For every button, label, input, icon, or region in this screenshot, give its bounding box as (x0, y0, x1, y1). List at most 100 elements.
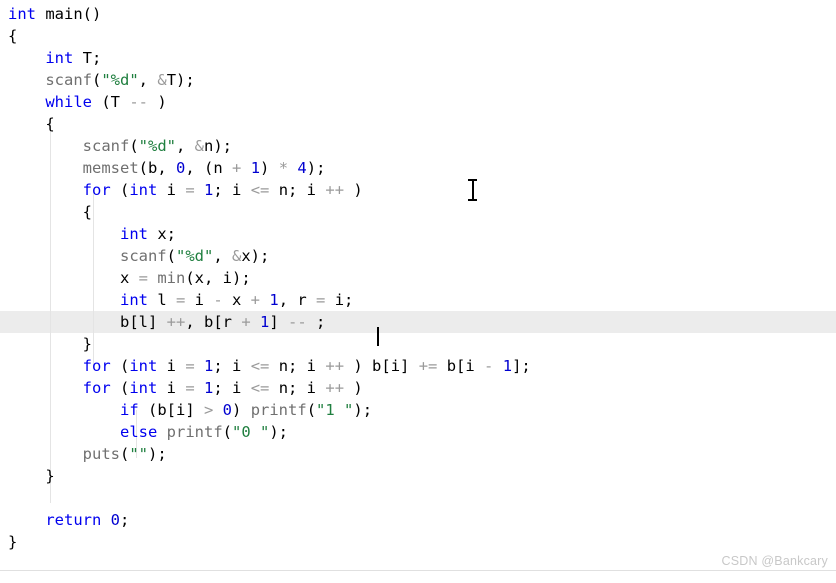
code-surface[interactable]: int main(){ int T; scanf("%d", &T); whil… (0, 0, 836, 583)
token-op: <= (250, 379, 270, 397)
token-plain: i (157, 379, 186, 397)
token-plain: x; (147, 225, 176, 243)
token-plain: (b, (138, 159, 176, 177)
token-number: 1 (250, 159, 261, 177)
token-keyword: return (45, 511, 102, 529)
token-string: "%d" (138, 137, 176, 155)
code-line-list[interactable]: int main(){ int T; scanf("%d", &T); whil… (0, 3, 836, 553)
token-plain: , (138, 71, 158, 89)
token-plain: ); (148, 445, 167, 463)
token-op: = (138, 269, 148, 287)
token-plain: i (185, 291, 214, 309)
token-plain: , b[r (185, 313, 242, 331)
code-line[interactable]: puts(""); (0, 443, 836, 465)
code-line[interactable] (0, 487, 836, 509)
code-line[interactable]: else printf("0 "); (0, 421, 836, 443)
token-op: - (213, 291, 223, 309)
code-line[interactable]: while (T -- ) (0, 91, 836, 113)
code-line[interactable]: int main() (0, 3, 836, 25)
token-func: scanf (45, 71, 92, 89)
code-line[interactable]: } (0, 333, 836, 355)
token-punct: } (82, 335, 92, 353)
token-number: 1 (269, 291, 279, 309)
token-op: ++ (166, 313, 186, 331)
code-line[interactable]: } (0, 465, 836, 487)
code-line[interactable]: x = min(x, i); (0, 267, 836, 289)
token-plain: x); (241, 247, 270, 265)
token-number: 1 (502, 357, 513, 375)
code-line[interactable]: scanf("%d", &n); (0, 135, 836, 157)
token-plain: ) (148, 93, 167, 111)
token-op: ++ (325, 181, 345, 199)
token-number: 1 (204, 357, 214, 375)
code-line[interactable]: for (int i = 1; i <= n; i ++ ) b[i] += b… (0, 355, 836, 377)
token-plain: , r (278, 291, 317, 309)
token-punct: ( (306, 401, 317, 419)
code-line[interactable]: } (0, 531, 836, 553)
token-number: 1 (260, 313, 270, 331)
code-line[interactable]: { (0, 25, 836, 47)
token-keyword: for (82, 379, 111, 397)
code-line[interactable]: int T; (0, 47, 836, 69)
token-func: min (157, 269, 186, 287)
code-line[interactable]: scanf("%d", &x); (0, 245, 836, 267)
token-plain: i (157, 357, 186, 375)
token-plain: ; (120, 511, 130, 529)
token-plain: (b[i] (138, 401, 204, 419)
token-op: ++ (325, 357, 345, 375)
token-plain: ) (232, 401, 251, 419)
code-line[interactable]: int l = i - x + 1, r = i; (0, 289, 836, 311)
token-plain: ) (260, 159, 279, 177)
token-plain: b[l] (119, 313, 167, 331)
token-number: 4 (297, 159, 307, 177)
code-line[interactable]: return 0; (0, 509, 836, 531)
code-editor[interactable]: int main(){ int T; scanf("%d", &T); whil… (0, 0, 836, 583)
token-punct: ( (92, 71, 102, 89)
token-op: & (232, 247, 242, 265)
code-line[interactable]: b[l] ++, b[r + 1] -- ; (0, 311, 836, 333)
token-keyword: int (119, 225, 148, 243)
code-line[interactable]: scanf("%d", &T); (0, 69, 836, 91)
code-line[interactable]: for (int i = 1; i <= n; i ++ ) (0, 377, 836, 399)
footer-divider (0, 570, 836, 571)
token-plain: ]; (512, 357, 531, 375)
token-number: 0 (222, 401, 233, 419)
token-string: "0 " (232, 423, 270, 441)
code-line[interactable]: { (0, 113, 836, 135)
code-line[interactable]: { (0, 201, 836, 223)
token-number: 0 (110, 511, 121, 529)
code-line[interactable]: memset(b, 0, (n + 1) * 4); (0, 157, 836, 179)
token-keyword: else (119, 423, 158, 441)
token-keyword: int (129, 357, 158, 375)
token-func: memset (82, 159, 139, 177)
code-line[interactable]: if (b[i] > 0) printf("1 "); (0, 399, 836, 421)
token-op: = (185, 357, 195, 375)
token-op: <= (250, 357, 270, 375)
token-plain: ) (344, 379, 363, 397)
token-op: + (232, 159, 242, 177)
token-plain: n; i (269, 181, 326, 199)
code-line[interactable]: int x; (0, 223, 836, 245)
token-number: 0 (175, 159, 186, 177)
token-plain: n; i (269, 357, 326, 375)
code-line[interactable]: for (int i = 1; i <= n; i ++ ) (0, 179, 836, 201)
token-string: "" (129, 445, 148, 463)
